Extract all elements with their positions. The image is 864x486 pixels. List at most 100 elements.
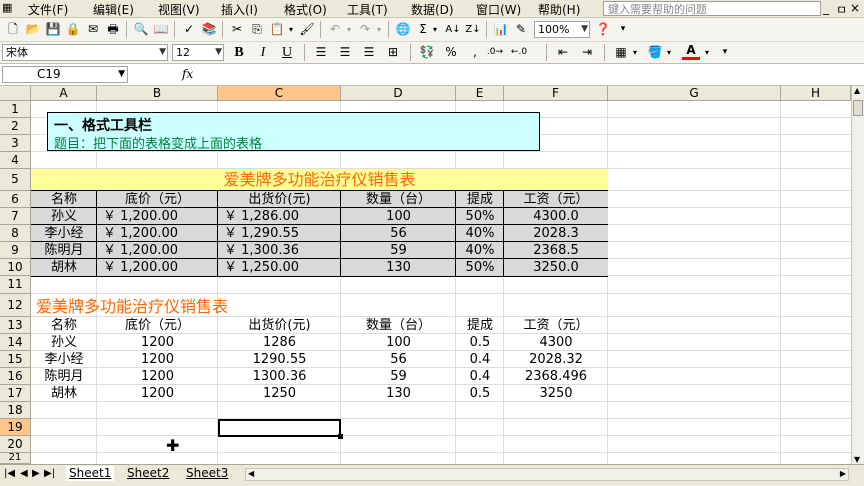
column-header-c[interactable]: C [218, 86, 341, 101]
row-header-17[interactable]: 17 [0, 385, 31, 402]
toolbar-options-icon[interactable]: ▾ [614, 21, 632, 38]
email-icon[interactable]: ✉ [84, 21, 102, 38]
scroll-right-icon[interactable]: ▶ [840, 469, 846, 478]
autosum-dropdown-icon[interactable]: ▾ [430, 21, 440, 38]
row-header-1[interactable]: 1 [0, 101, 31, 118]
formatted-cell[interactable]: 3250.0 [504, 259, 608, 276]
formatted-cell[interactable]: 2028.3 [504, 225, 608, 242]
plain-cell[interactable]: 孙义 [31, 334, 97, 351]
scroll-left-icon[interactable]: ◀ [248, 469, 254, 478]
column-header-d[interactable]: D [341, 86, 456, 101]
plain-cell[interactable]: 0.4 [456, 368, 504, 385]
help-search-input[interactable]: 键入需要帮助的问题 [603, 1, 821, 16]
formatted-cell[interactable]: 4300.0 [504, 208, 608, 225]
font-size-combo[interactable]: 12 ▼ [172, 44, 224, 61]
formatted-cell[interactable]: 李小经 [31, 225, 97, 242]
plain-cell[interactable]: 1200 [97, 385, 218, 402]
active-cell-c19[interactable] [218, 419, 343, 439]
bold-button[interactable]: B [230, 44, 248, 61]
formatted-cell[interactable]: ￥ 1,300.36 [218, 242, 341, 259]
formatted-cell[interactable]: 50% [456, 259, 504, 276]
minimize-button[interactable]: _ [823, 1, 829, 15]
percent-button[interactable]: % [442, 44, 460, 61]
increase-indent-icon[interactable]: ⇥ [578, 44, 596, 61]
formatted-cell[interactable]: 陈明月 [31, 242, 97, 259]
row-header-14[interactable]: 14 [0, 334, 31, 351]
row-header-13[interactable]: 13 [0, 317, 31, 334]
print-icon[interactable]: 🖶 [104, 21, 122, 38]
plain-cell[interactable]: 李小经 [31, 351, 97, 368]
row-header-15[interactable]: 15 [0, 351, 31, 368]
row-header-6[interactable]: 6 [0, 191, 31, 208]
menu-tools[interactable]: 工具(T) [347, 1, 388, 18]
plain-cell[interactable]: 1286 [218, 334, 341, 351]
sort-ascending-icon[interactable]: A↓ [444, 21, 462, 38]
next-sheet-icon[interactable]: ▶ [32, 468, 40, 479]
fill-handle[interactable] [338, 434, 343, 439]
last-sheet-icon[interactable]: ▶| [44, 468, 55, 479]
decrease-decimal-icon[interactable]: ←.0 [510, 44, 528, 61]
plain-cell[interactable]: 胡林 [31, 385, 97, 402]
row-header-7[interactable]: 7 [0, 208, 31, 225]
zoom-combo[interactable]: 100% ▼ [534, 21, 590, 38]
plain-header-sale-price[interactable]: 出货价(元) [218, 317, 341, 334]
menu-file[interactable]: 文件(F) [28, 1, 68, 18]
hyperlink-icon[interactable]: 🌐 [394, 21, 412, 38]
align-left-icon[interactable]: ☰ [312, 44, 330, 61]
increase-decimal-icon[interactable]: .0→ [486, 44, 504, 61]
sheet-tab-1[interactable]: Sheet1 [66, 466, 115, 481]
close-button[interactable]: × [850, 1, 860, 15]
font-color-dropdown-icon[interactable]: ▾ [702, 44, 712, 61]
menu-help[interactable]: 帮助(H) [538, 1, 580, 18]
formatted-cell[interactable]: 50% [456, 208, 504, 225]
decrease-indent-icon[interactable]: ⇤ [554, 44, 572, 61]
instruction-box[interactable]: 一、格式工具栏 题目：把下面的表格变成上面的表格 [47, 112, 540, 152]
name-box[interactable]: C19 ▼ [2, 66, 128, 83]
copy-icon[interactable]: ⎘ [248, 21, 266, 38]
row-header-19[interactable]: 19 [0, 419, 31, 436]
plain-cell[interactable]: 59 [341, 368, 456, 385]
row-header-21[interactable]: 21 [0, 453, 31, 464]
row-header-4[interactable]: 4 [0, 152, 31, 169]
plain-cell[interactable]: 1200 [97, 334, 218, 351]
plain-cell[interactable]: 1200 [97, 351, 218, 368]
save-icon[interactable]: 💾 [44, 21, 62, 38]
plain-table-title[interactable]: 爱美牌多功能治疗仪销售表 [36, 298, 228, 316]
column-header-b[interactable]: B [97, 86, 218, 101]
formatted-cell[interactable]: ￥ 1,200.00 [97, 242, 218, 259]
fill-color-icon[interactable]: 🪣 [646, 44, 664, 61]
formatted-cell[interactable]: 56 [341, 225, 456, 242]
menu-format[interactable]: 格式(O) [284, 1, 327, 18]
research-book-icon[interactable]: 📚 [200, 21, 218, 38]
plain-cell[interactable]: 1290.55 [218, 351, 341, 368]
excel-app-icon[interactable]: ▦ [2, 1, 12, 14]
sheet-tab-2[interactable]: Sheet2 [124, 466, 172, 481]
menu-edit[interactable]: 编辑(E) [93, 1, 134, 18]
redo-icon[interactable]: ↷ [356, 21, 374, 38]
comma-style-button[interactable]: , [466, 44, 484, 61]
font-color-icon[interactable]: A [682, 44, 700, 60]
formatted-table-title[interactable]: 爱美牌多功能治疗仪销售表 [31, 169, 608, 191]
cut-icon[interactable]: ✂ [228, 21, 246, 38]
formatted-cell[interactable]: 40% [456, 225, 504, 242]
formatted-cell[interactable]: 40% [456, 242, 504, 259]
new-document-icon[interactable]: 🗋 [4, 21, 22, 38]
scroll-up-icon[interactable]: ▲ [854, 86, 860, 95]
row-header-16[interactable]: 16 [0, 368, 31, 385]
vertical-scrollbar[interactable]: ▲ ▼ [851, 86, 864, 464]
research-icon[interactable]: 📖 [152, 21, 170, 38]
formatted-cell[interactable]: 孙义 [31, 208, 97, 225]
italic-button[interactable]: I [254, 44, 272, 61]
formatted-cell[interactable]: ￥ 1,286.00 [218, 208, 341, 225]
redo-dropdown-icon[interactable]: ▾ [374, 21, 384, 38]
sheet-tab-3[interactable]: Sheet3 [183, 466, 231, 481]
plain-cell[interactable]: 2368.496 [504, 368, 608, 385]
plain-cell[interactable]: 130 [341, 385, 456, 402]
permission-icon[interactable]: 🔒 [64, 21, 82, 38]
row-header-8[interactable]: 8 [0, 225, 31, 242]
open-folder-icon[interactable]: 📂 [24, 21, 42, 38]
borders-icon[interactable]: ▦ [612, 44, 630, 61]
formatted-cell[interactable]: 59 [341, 242, 456, 259]
row-header-18[interactable]: 18 [0, 402, 31, 419]
row-header-20[interactable]: 20 [0, 436, 31, 453]
